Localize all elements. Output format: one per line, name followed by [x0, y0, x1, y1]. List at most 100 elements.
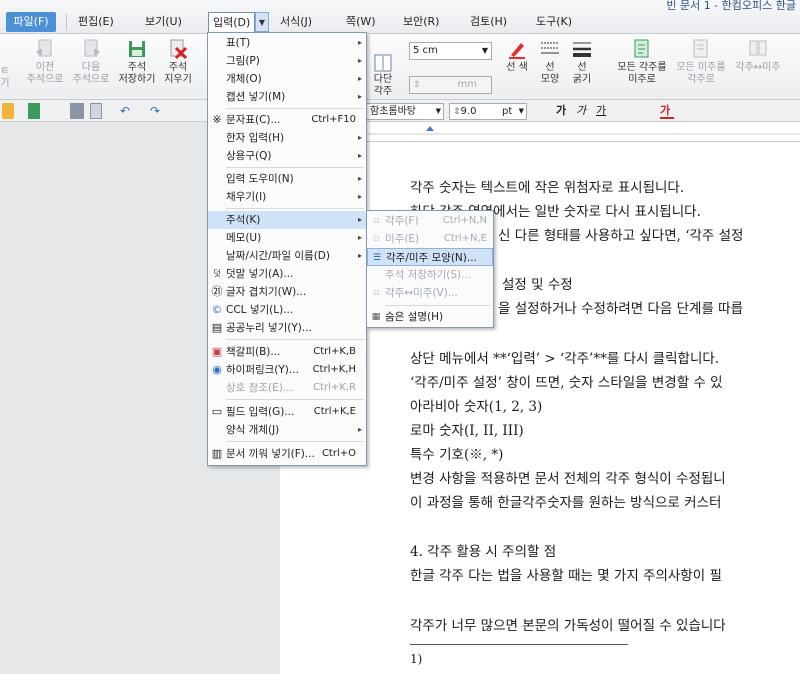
menu-separator: [226, 208, 364, 209]
menu-item-picture[interactable]: 그림(P) ▸: [208, 52, 366, 70]
menu-item-insert-document[interactable]: ▥ 문서 끼워 넣기(F)... Ctrl+O: [208, 445, 366, 463]
hidden-comment-icon: ▦: [371, 312, 381, 322]
doc-line: ‘각주/미주 설정’ 창이 뜨면, 숫자 스타일을 변경할 수 있: [410, 375, 723, 391]
circled-number-icon: ㉑: [211, 285, 223, 298]
menu-item-input-helper[interactable]: 입력 도우미(N) ▸: [208, 170, 366, 188]
insert-document-icon: ▥: [211, 447, 223, 460]
menu-edit[interactable]: 편집(E): [74, 12, 118, 32]
menu-view[interactable]: 보기(U): [141, 12, 186, 32]
menu-review[interactable]: 검토(H): [466, 12, 511, 32]
menu-item-object[interactable]: 개체(O) ▸: [208, 70, 366, 88]
note-submenu: ▫ 각주(F) Ctrl+N,N ▫ 미주(E) Ctrl+N,E ☰ 각주/미주 모양(…: [366, 210, 494, 328]
menu-item-table[interactable]: 표(T) ▸: [208, 34, 366, 52]
submenu-item-endnote[interactable]: ▫ 미주(E) Ctrl+N,E: [367, 230, 493, 248]
footnote-icon: ▫: [372, 216, 380, 226]
menu-item-memo[interactable]: 메모(U) ▸: [208, 229, 366, 247]
menu-separator: [226, 441, 364, 442]
menu-item-form-object[interactable]: 양식 개체(J) ▸: [208, 421, 366, 439]
chevron-down-icon: ▼: [518, 107, 524, 115]
chevron-right-icon: ▸: [357, 133, 362, 142]
bookmark-icon: ▣: [211, 345, 223, 358]
menu-item-ruby[interactable]: 덧 덧말 넣기(A)...: [208, 265, 366, 283]
menu-item-overlap-char[interactable]: ㉑ 글자 겹치기(W)...: [208, 283, 366, 301]
size-input[interactable]: 5 cm ▼: [409, 42, 492, 60]
menu-item-bookmark[interactable]: ▣ 책갈피(B)... Ctrl+K,B: [208, 343, 366, 361]
menu-tools[interactable]: 도구(K): [532, 12, 576, 32]
underline-button[interactable]: 가: [596, 103, 610, 119]
doc-line: 상단 메뉴에서 **‘입력’ > ‘각주’**를 다시 클릭합니다.: [410, 351, 720, 367]
delete-note-button[interactable]: 주석 지우기: [158, 38, 198, 86]
chevron-right-icon: ▸: [357, 56, 362, 65]
menu-item-fill[interactable]: 채우기(I) ▸: [208, 188, 366, 206]
chevron-down-icon: ▼: [435, 107, 441, 115]
doc-line: 한글 각주 다는 법을 사용할 때는 몇 가지 주의사항이 필: [410, 568, 722, 584]
save-note-button[interactable]: 주석 저장하기: [114, 38, 160, 86]
submenu-item-hidden-comment[interactable]: ▦ 숨은 설명(H): [367, 308, 493, 326]
doc-line: 신 다른 형태를 사용하고 싶다면, ‘각주 설정: [498, 228, 744, 244]
font-size-input[interactable]: ⇕9.0 pt ▼: [449, 103, 527, 120]
chevron-right-icon: ▸: [357, 215, 362, 224]
save-icon[interactable]: [28, 103, 40, 119]
menu-separator: [66, 14, 67, 30]
multi-column-note-button[interactable]: 다단 각주: [368, 54, 398, 98]
menu-item-symbol[interactable]: ※ 문자표(C)... Ctrl+F10: [208, 111, 366, 129]
globe-link-icon: ◉: [212, 363, 222, 376]
doc-line: 각주가 너무 많으면 본문의 가독성이 떨어질 수 있습니다: [410, 618, 726, 634]
prev-note-button[interactable]: 이전 주석으로: [22, 38, 68, 86]
menu-item-ccl[interactable]: © CCL 넣기(L)...: [208, 301, 366, 319]
menu-security[interactable]: 보안(R): [399, 12, 443, 32]
menu-item-datetime[interactable]: 날짜/시간/파일 이름(D) ▸: [208, 247, 366, 265]
menu-format[interactable]: 서식(J): [276, 12, 316, 32]
swap-notes-button[interactable]: 각주↔미주: [730, 38, 786, 74]
menu-item-public-license[interactable]: ▤ 공공누리 넣기(Y)...: [208, 319, 366, 337]
redo-icon[interactable]: ↷: [150, 103, 164, 119]
next-note-button[interactable]: 다음 주석으로: [68, 38, 114, 86]
input-menu-dropdown: 표(T) ▸ 그림(P) ▸ 개체(O) ▸ 캡션 넣기(M) ▸ ※ 문자표(C)...…: [207, 32, 367, 466]
line-color-button[interactable]: 선 색: [502, 38, 532, 74]
size-unit-input[interactable]: ⇕ mm: [409, 76, 492, 94]
endnote-icon: ▫: [372, 234, 380, 244]
doc-line: 각주 숫자는 텍스트에 작은 위첨자로 표시됩니다.: [410, 180, 685, 196]
menu-separator: [226, 108, 364, 109]
line-dashes-icon: [541, 42, 559, 54]
menu-item-note[interactable]: 주석(K) ▸: [208, 211, 366, 229]
ribbon-partial-button[interactable]: ㅌ기: [0, 66, 12, 90]
submenu-item-footnote[interactable]: ▫ 각주(F) Ctrl+N,N: [367, 212, 493, 230]
menu-item-field-input[interactable]: ▭ 필드 입력(G)... Ctrl+K,E: [208, 403, 366, 421]
menu-item-hyperlink[interactable]: ◉ 하이퍼링크(Y)... Ctrl+K,H: [208, 361, 366, 379]
menu-item-hanja[interactable]: 한자 입력(H) ▸: [208, 129, 366, 147]
convert-note-icon: [693, 39, 708, 58]
open-folder-icon[interactable]: [2, 103, 14, 119]
menu-item-caption[interactable]: 캡션 넣기(M) ▸: [208, 88, 366, 106]
menubar: 빈 문서 1 - 한컴오피스 한글 파일(F) 편집(E) 보기(U) 입력(D…: [0, 0, 800, 34]
print-icon[interactable]: [70, 103, 84, 119]
line-weight-button[interactable]: 선 굵기: [568, 38, 596, 86]
note-shape-icon: ☰: [372, 253, 382, 263]
submenu-item-save-note[interactable]: 주석 저장하기(S)...: [367, 266, 493, 284]
menu-page[interactable]: 쪽(W): [342, 12, 380, 32]
submenu-item-swap-note[interactable]: ▫ 각주↔미주(V)...: [367, 284, 493, 302]
chevron-right-icon: ▸: [357, 38, 362, 47]
footnote-separator: [410, 644, 628, 645]
all-endnotes-to-footnotes-button[interactable]: 모든 미주를 각주로: [672, 38, 730, 86]
submenu-item-note-shape[interactable]: ☰ 각주/미주 모양(N)...: [367, 248, 493, 266]
chevron-right-icon: ▸: [357, 251, 362, 260]
menu-item-autotext[interactable]: 상용구(Q) ▸: [208, 147, 366, 165]
font-name-input[interactable]: 함초롬바탕 ▼: [366, 103, 444, 120]
undo-icon[interactable]: ↶: [120, 103, 134, 119]
window-title: 빈 문서 1 - 한컴오피스 한글: [666, 0, 796, 12]
preview-icon[interactable]: [90, 103, 102, 119]
field-icon: ▭: [211, 405, 223, 418]
italic-button[interactable]: 가: [576, 103, 590, 119]
menu-input-dropdown-arrow[interactable]: ▼: [255, 12, 269, 32]
font-color-button[interactable]: 가: [660, 103, 674, 119]
menu-separator: [226, 167, 364, 168]
all-footnotes-to-endnotes-button[interactable]: 모든 각주를 미주로: [612, 38, 672, 86]
menu-input[interactable]: 입력(D): [208, 12, 256, 33]
menu-item-cross-reference[interactable]: 상호 참조(E)... Ctrl+K,R: [208, 379, 366, 397]
menu-file[interactable]: 파일(F): [6, 12, 56, 32]
bold-button[interactable]: 가: [556, 103, 570, 119]
doc-line: 4. 각주 활용 시 주의할 점: [410, 544, 557, 560]
delete-x-icon: [170, 39, 188, 60]
line-shape-button[interactable]: 선 모양: [536, 38, 564, 86]
